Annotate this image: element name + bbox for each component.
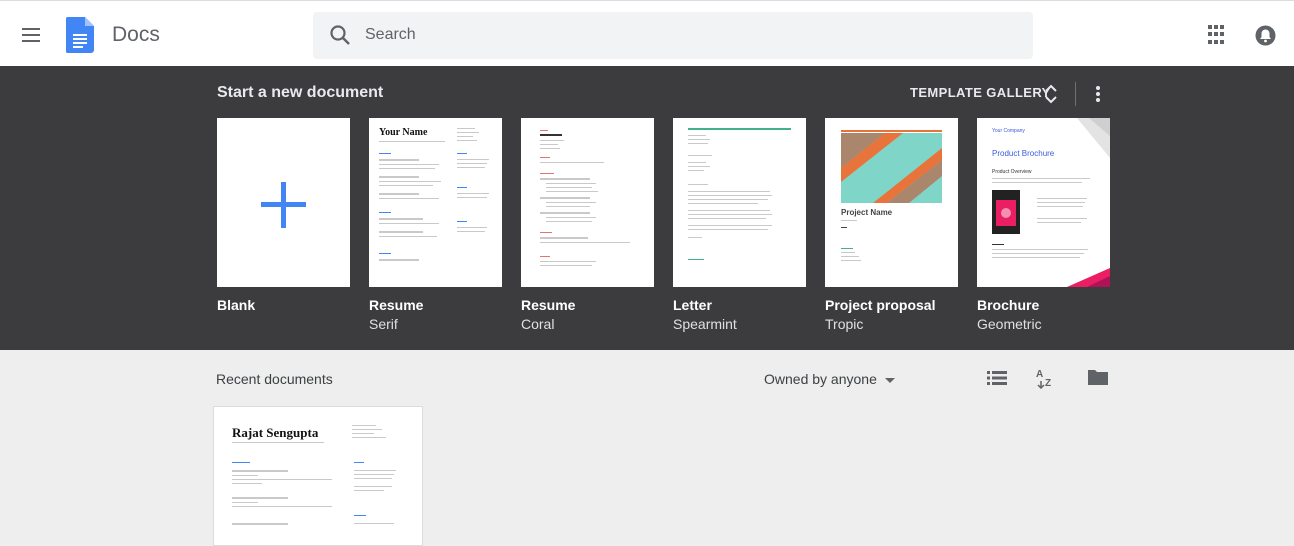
svg-text:A: A <box>1036 369 1043 380</box>
thumb-company: Your Company <box>992 128 1025 134</box>
document-preview-title: Rajat Sengupta <box>232 425 319 440</box>
template-thumbnail[interactable]: Your Name <box>369 118 502 287</box>
template-name: Project proposal <box>825 297 936 313</box>
recent-documents-title: Recent documents <box>216 371 333 387</box>
section-title: Start a new document <box>217 84 384 101</box>
template-project-proposal[interactable]: Project Name Project proposal Tropic <box>825 118 958 332</box>
template-thumbnail[interactable] <box>217 118 350 287</box>
template-thumbnail[interactable]: Project Name <box>825 118 958 287</box>
app-title[interactable]: Docs <box>112 23 160 47</box>
docs-logo-icon[interactable] <box>66 17 94 53</box>
new-document-section: Start a new document TEMPLATE GALLERY Bl… <box>0 66 1294 350</box>
template-gallery-button[interactable]: TEMPLATE GALLERY <box>910 85 1051 100</box>
top-app-bar: Docs <box>0 0 1294 66</box>
search-bar[interactable] <box>313 12 1033 59</box>
thumb-heading: Project Name <box>841 208 893 217</box>
tropic-artwork <box>841 130 942 203</box>
folder-icon[interactable] <box>1087 368 1109 386</box>
template-subtitle: Coral <box>521 316 555 332</box>
template-subtitle: Serif <box>369 316 398 332</box>
account-icon[interactable] <box>1255 25 1276 46</box>
template-subtitle: Tropic <box>825 316 864 332</box>
template-name: Brochure <box>977 297 1040 313</box>
main-menu-button[interactable] <box>20 23 44 47</box>
owner-filter-dropdown[interactable]: Owned by anyone <box>764 371 895 387</box>
template-thumbnail[interactable] <box>673 118 806 287</box>
template-thumbnail[interactable] <box>521 118 654 287</box>
thumb-subheading: Product Overview <box>992 169 1032 175</box>
search-icon[interactable] <box>329 24 351 46</box>
apps-grid-icon[interactable] <box>1208 25 1228 45</box>
thumb-heading: Product Brochure <box>992 149 1055 158</box>
recent-documents-bar: Recent documents Owned by anyone A Z <box>0 350 1294 406</box>
template-name: Letter <box>673 297 712 313</box>
template-thumbnail[interactable]: Your Company Product Brochure Product Ov… <box>977 118 1110 287</box>
unfold-more-icon[interactable] <box>1044 83 1058 105</box>
template-name: Blank <box>217 297 256 313</box>
search-input[interactable] <box>365 20 1005 50</box>
owner-filter-label: Owned by anyone <box>764 371 877 387</box>
template-blank[interactable]: Blank <box>217 118 350 316</box>
sort-az-icon[interactable]: A Z <box>1035 367 1057 389</box>
template-letter-spearmint[interactable]: Letter Spearmint <box>673 118 806 332</box>
more-options-icon[interactable] <box>1090 84 1106 104</box>
divider <box>1075 82 1076 106</box>
template-name: Resume <box>369 297 424 313</box>
dropdown-arrow-icon <box>884 377 895 383</box>
plus-icon <box>261 182 306 228</box>
template-brochure[interactable]: Your Company Product Brochure Product Ov… <box>977 118 1110 332</box>
svg-text:Z: Z <box>1045 378 1051 389</box>
template-resume-serif[interactable]: Your Name Resume Serif <box>369 118 502 332</box>
thumb-heading: Your Name <box>379 127 428 138</box>
template-subtitle: Geometric <box>977 316 1042 332</box>
template-name: Resume <box>521 297 576 313</box>
template-subtitle: Spearmint <box>673 316 737 332</box>
list-view-icon[interactable] <box>987 370 1007 386</box>
template-resume-coral[interactable]: Resume Coral <box>521 118 654 332</box>
recent-document-card[interactable]: Rajat Sengupta <box>213 406 423 546</box>
